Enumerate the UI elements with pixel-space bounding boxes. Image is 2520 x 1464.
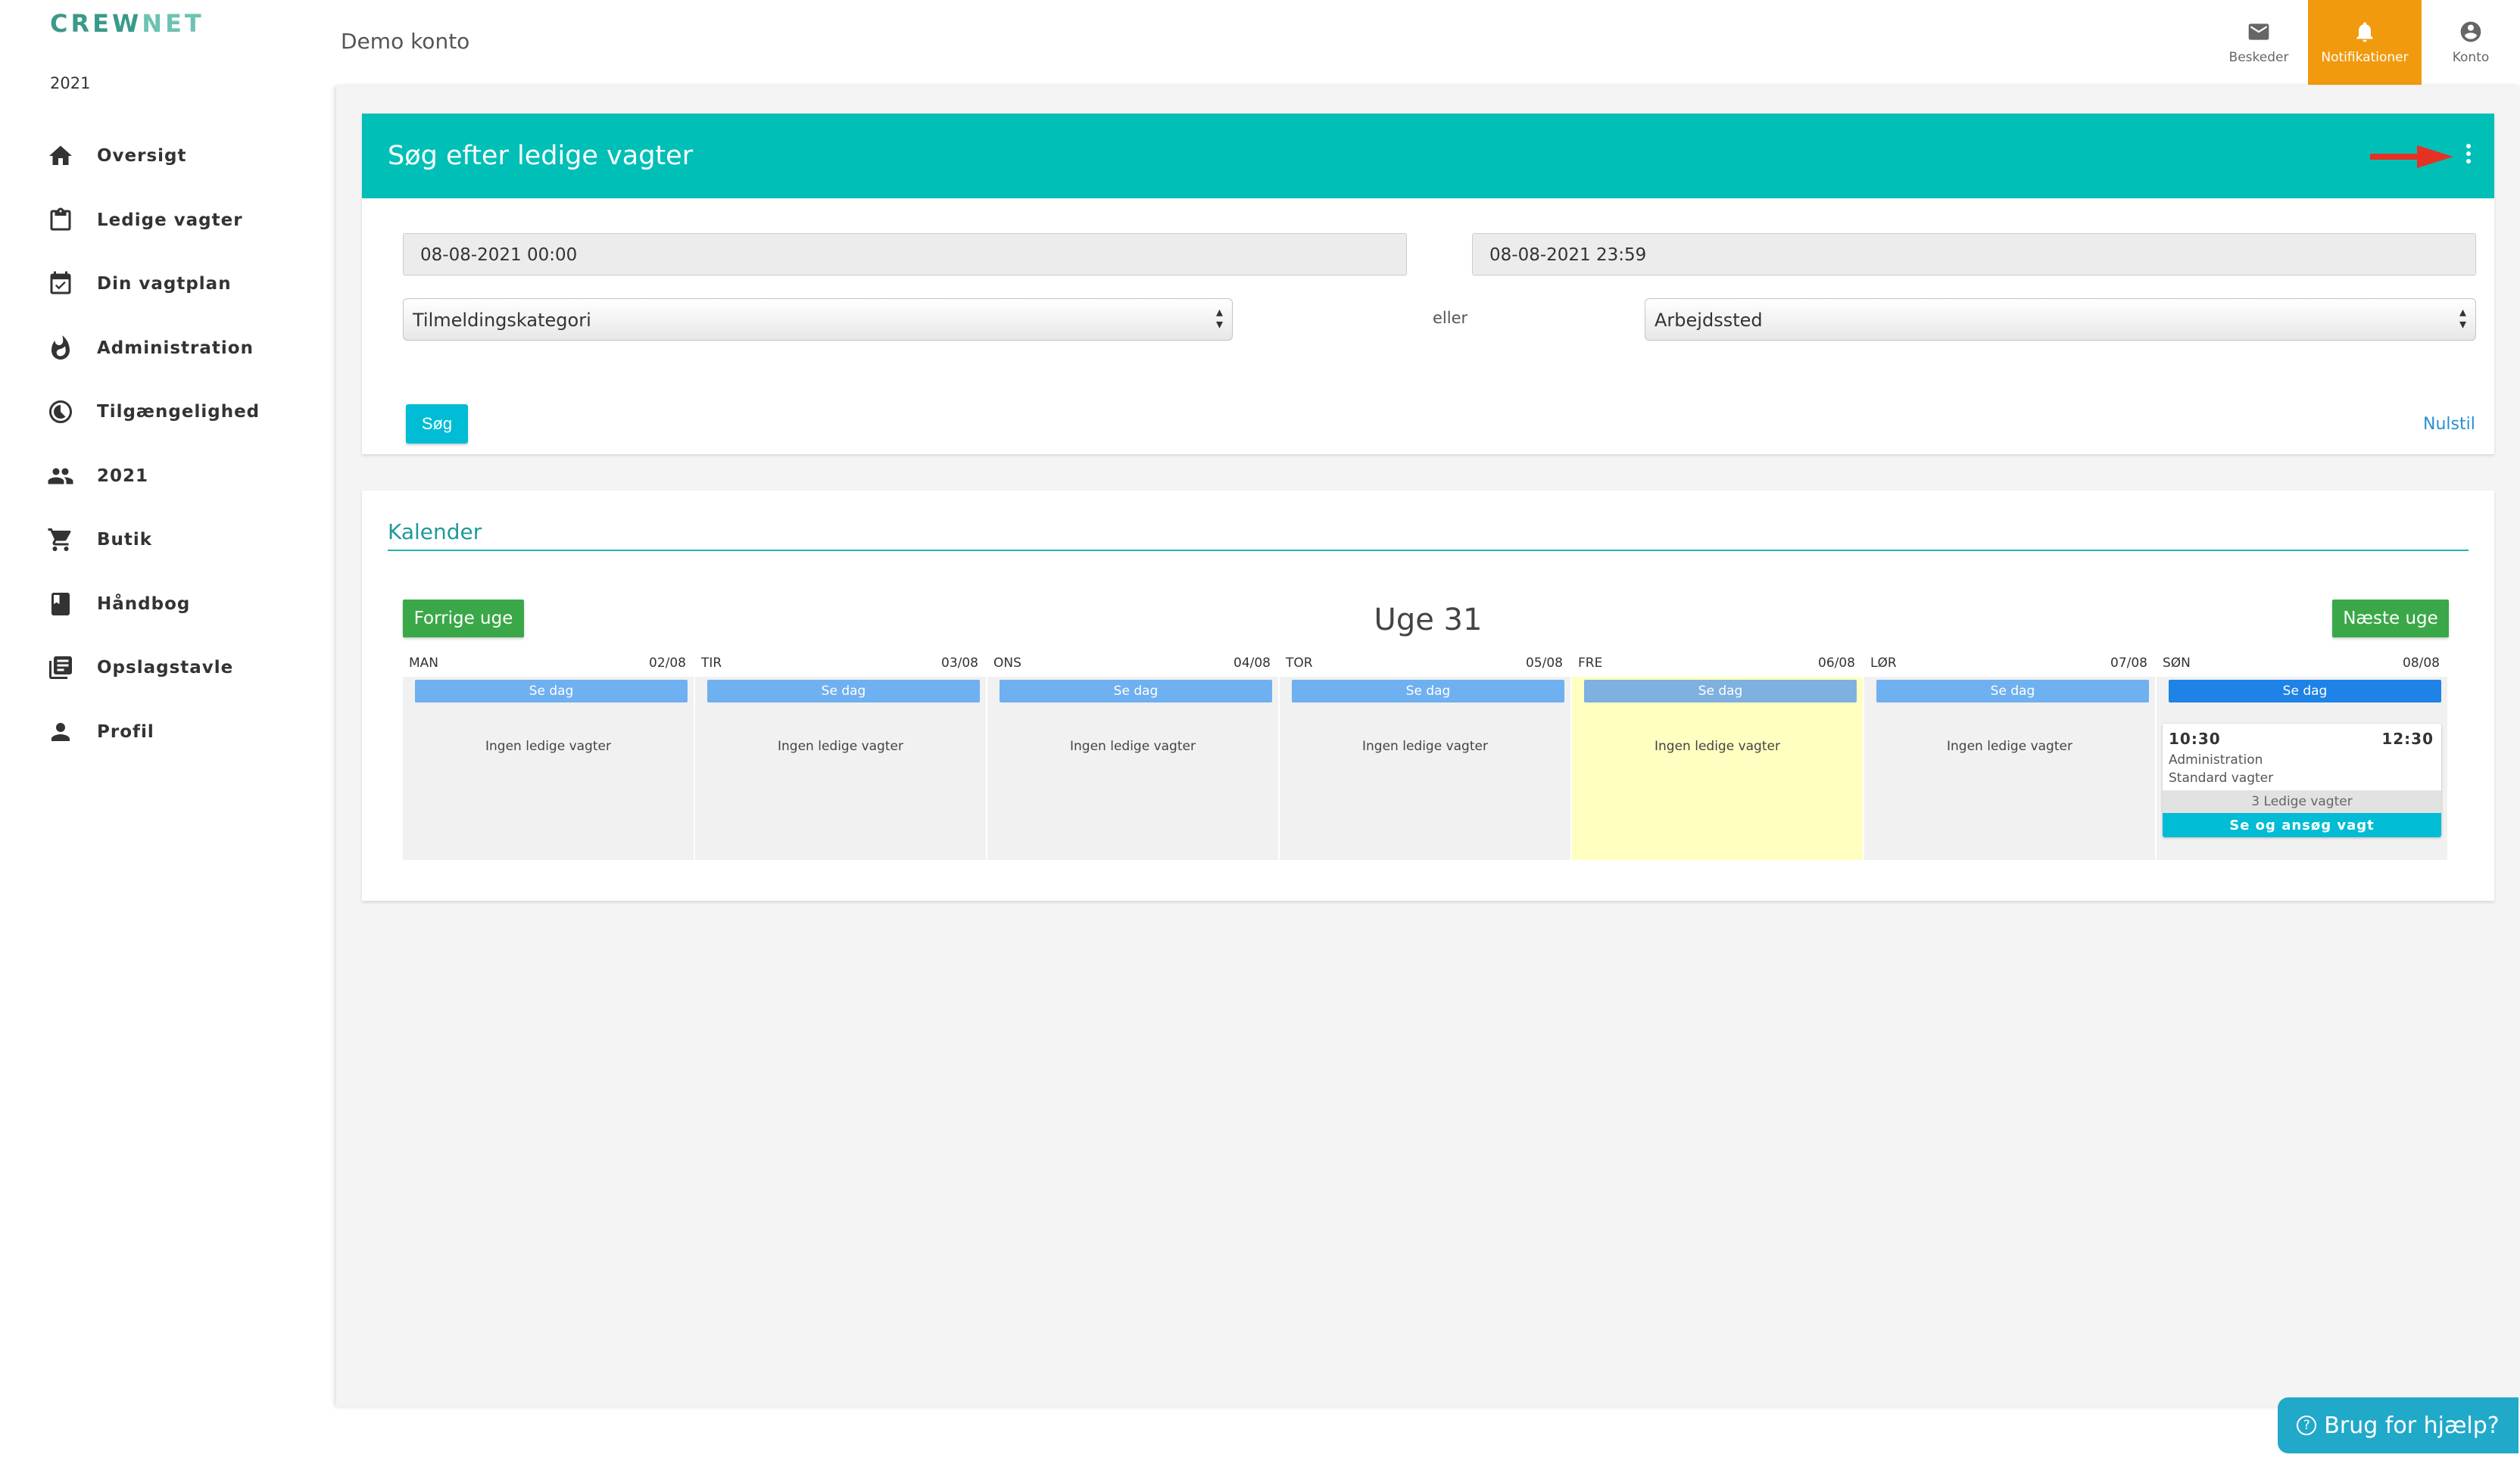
home-icon: [49, 145, 72, 166]
see-day-button[interactable]: Se dag: [1584, 680, 1857, 702]
account-name: Demo konto: [341, 29, 470, 54]
day-body: Se dag Ingen ledige vagter: [1864, 677, 2155, 860]
flame-icon: [51, 335, 70, 360]
day-body: Se dag 10:30 12:30 Administration Standa…: [2157, 677, 2447, 860]
sidebar-item-profil[interactable]: Profil: [0, 700, 330, 765]
help-button[interactable]: ? Brug for hjælp?: [2278, 1397, 2518, 1453]
sidebar-item-2021[interactable]: 2021: [0, 444, 330, 509]
apply-shift-button[interactable]: Se og ansøg vagt: [2163, 813, 2441, 837]
see-day-button[interactable]: Se dag: [1876, 680, 2149, 702]
day-header: TIR 03/08: [701, 656, 978, 671]
sidebar-item-tilgaengelighed[interactable]: Tilgængelighed: [0, 380, 330, 444]
people-icon: [48, 468, 73, 484]
shift-type: Standard vagter: [2169, 771, 2274, 786]
no-shifts-text: Ingen ledige vagter: [1362, 739, 1488, 754]
search-card-header: Søg efter ledige vagter: [362, 114, 2494, 198]
bell-icon: [2356, 22, 2373, 42]
no-shifts-text: Ingen ledige vagter: [1947, 739, 2072, 754]
sidebar-nav: Oversigt Ledige vagter Din vagtplan Admi…: [0, 124, 330, 764]
no-shifts-text: Ingen ledige vagter: [1070, 739, 1196, 754]
sidebar-item-administration[interactable]: Administration: [0, 316, 330, 381]
day-body-today: Se dag Ingen ledige vagter: [1572, 677, 1863, 860]
search-card: Søg efter ledige vagter 08-08-2021 00:00…: [362, 114, 2494, 454]
see-day-button[interactable]: Se dag: [1292, 680, 1564, 702]
calendar-check-icon: [50, 271, 71, 294]
day-column-wed: ONS 04/08 Se dag Ingen ledige vagter: [987, 654, 1278, 871]
day-header: TOR 05/08: [1286, 656, 1563, 671]
day-header: FRE 06/08: [1578, 656, 1855, 671]
day-header: ONS 04/08: [993, 656, 1271, 671]
sidebar-item-haandbog[interactable]: Håndbog: [0, 572, 330, 637]
day-body: Se dag Ingen ledige vagter: [403, 677, 694, 860]
shift-end-time: 12:30: [2381, 730, 2434, 748]
messages-button[interactable]: Beskeder: [2210, 0, 2308, 85]
no-shifts-text: Ingen ledige vagter: [1655, 739, 1780, 754]
sidebar-item-opslagstavle[interactable]: Opslagstavle: [0, 636, 330, 700]
day-column-tue: TIR 03/08 Se dag Ingen ledige vagter: [695, 654, 986, 871]
search-button[interactable]: Søg: [406, 404, 468, 444]
reset-link[interactable]: Nulstil: [2423, 415, 2475, 434]
see-day-button[interactable]: Se dag: [1000, 680, 1272, 702]
week-label: Uge 31: [1374, 603, 1483, 637]
no-shifts-text: Ingen ledige vagter: [778, 739, 903, 754]
book-icon: [51, 592, 70, 615]
from-date-input[interactable]: 08-08-2021 00:00: [403, 233, 1407, 276]
select-arrows-icon: ▴ ▾: [2459, 304, 2466, 332]
board-icon: [49, 656, 72, 680]
workplace-select[interactable]: Arbejdssted ▴ ▾: [1645, 298, 2476, 341]
main-content: Søg efter ledige vagter 08-08-2021 00:00…: [336, 86, 2520, 1406]
see-day-button[interactable]: Se dag: [2169, 680, 2441, 702]
more-options-icon[interactable]: [2461, 141, 2476, 171]
calendar-card: Kalender Forrige uge Uge 31 Næste uge MA…: [362, 491, 2494, 901]
to-date-input[interactable]: 08-08-2021 23:59: [1472, 233, 2476, 276]
top-actions: Beskeder Notifikationer Konto: [2210, 0, 2520, 85]
day-column-thu: TOR 05/08 Se dag Ingen ledige vagter: [1280, 654, 1570, 871]
day-column-fri: FRE 06/08 Se dag Ingen ledige vagter: [1572, 654, 1863, 871]
season-year: 2021: [50, 74, 91, 92]
next-week-button[interactable]: Næste uge: [2332, 600, 2449, 637]
day-body: Se dag Ingen ledige vagter: [987, 677, 1278, 860]
shift-count: 3 Ledige vagter: [2163, 790, 2441, 813]
mail-icon: [2248, 23, 2269, 40]
day-body: Se dag Ingen ledige vagter: [1280, 677, 1570, 860]
sidebar: CREWNET 2021 Oversigt Ledige vagter Din …: [0, 0, 330, 1464]
person-icon: [51, 722, 70, 741]
calendar-title: Kalender: [388, 519, 482, 544]
day-body: Se dag Ingen ledige vagter: [695, 677, 986, 860]
or-label: eller: [1433, 309, 1468, 327]
select-arrows-icon: ▴ ▾: [1215, 304, 1223, 332]
day-column-sat: LØR 07/08 Se dag Ingen ledige vagter: [1864, 654, 2155, 871]
day-header: SØN 08/08: [2163, 656, 2440, 671]
search-title: Søg efter ledige vagter: [388, 141, 694, 171]
sidebar-item-ledige-vagter[interactable]: Ledige vagter: [0, 188, 330, 253]
shift-card[interactable]: 10:30 12:30 Administration Standard vagt…: [2163, 724, 2441, 837]
see-day-button[interactable]: Se dag: [707, 680, 980, 702]
top-bar: Demo konto Beskeder Notifikationer Konto: [330, 0, 2520, 85]
account-circle-icon: [2460, 21, 2481, 42]
sidebar-item-butik[interactable]: Butik: [0, 508, 330, 572]
see-day-button[interactable]: Se dag: [415, 680, 688, 702]
day-column-mon: MAN 02/08 Se dag Ingen ledige vagter: [403, 654, 694, 871]
day-column-sun: SØN 08/08 Se dag 10:30 12:30 Administrati…: [2157, 654, 2447, 871]
shift-department: Administration: [2169, 752, 2263, 768]
help-question-icon: ?: [2297, 1416, 2317, 1435]
red-arrow-icon: [2370, 145, 2453, 168]
availability-icon: [49, 400, 72, 424]
crewnet-logo[interactable]: CREWNET: [50, 9, 204, 38]
no-shifts-text: Ingen ledige vagter: [485, 739, 611, 754]
shift-start-time: 10:30: [2169, 730, 2221, 748]
calendar-divider: [388, 550, 2469, 551]
sidebar-item-oversigt[interactable]: Oversigt: [0, 124, 330, 188]
day-header: MAN 02/08: [409, 656, 686, 671]
account-button[interactable]: Konto: [2422, 0, 2520, 85]
clipboard-icon: [50, 207, 71, 231]
sidebar-item-din-vagtplan[interactable]: Din vagtplan: [0, 252, 330, 316]
notifications-button[interactable]: Notifikationer: [2308, 0, 2422, 85]
day-header: LØR 07/08: [1870, 656, 2147, 671]
cart-icon: [48, 528, 71, 552]
category-select[interactable]: Tilmeldingskategori ▴ ▾: [403, 298, 1233, 341]
